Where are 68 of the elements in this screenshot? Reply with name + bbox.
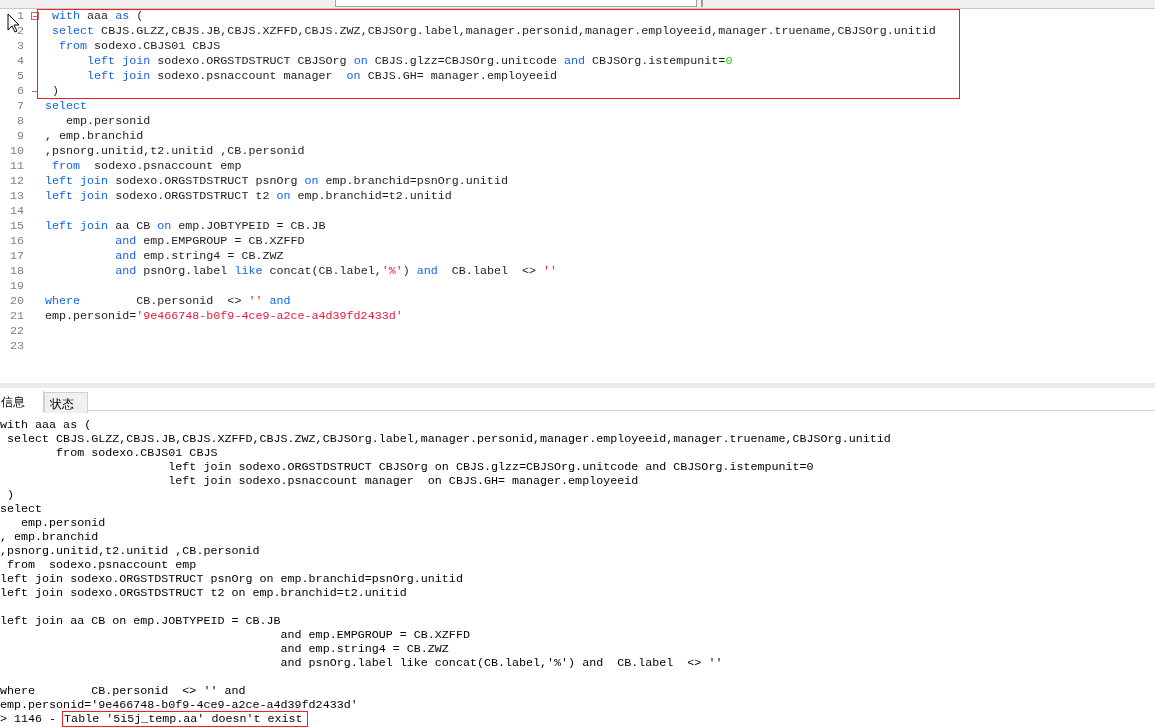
code-line: from sodexo.CBJS01 CBJS [58,39,221,54]
code-line: from sodexo.psnaccount emp [51,159,242,174]
message-line: and psnOrg.label like concat(CB.label,'%') and CB.label <> '' [279,656,724,670]
message-line: , emp.branchid [0,530,100,544]
message-line: left join aa CB on emp.JOBTYPEID = CB.JB [0,614,282,628]
message-line: select [0,502,44,516]
message-line: emp.personid='9e466748-b0f9-4ce9-a2ce-a4d39fd2433d' [0,698,359,712]
line-number: 17 [9,249,24,263]
tab[interactable]: 信息 [0,390,44,412]
code-line: left join sodexo.ORGSTDSTRUCT CBJSOrg on CBJS.glzz=CBJSOrg.unitcode and CBJSOrg.istempunit=0 [86,54,733,69]
line-number: 5 [17,69,24,83]
line-number: 23 [9,339,24,353]
line-number: 6 [17,84,24,98]
code-line: and emp.string4 = CB.ZWZ [114,249,284,264]
code-line: left join sodexo.ORGSTDSTRUCT t2 on emp.branchid=t2.unitid [45,189,452,204]
line-number: 9 [17,129,24,143]
code-line: emp.personid='9e466748-b0f9-4ce9-a2ce-a4d39fd2433d' [45,309,403,324]
mouse-pointer-icon [7,13,20,33]
line-number: 13 [9,189,24,203]
line-number: 8 [17,114,24,128]
message-line: left join sodexo.ORGSTDSTRUCT CBJSOrg on CBJS.glzz=CBJSOrg.unitcode and CBJSOrg.istempunit=0 [167,460,815,474]
code-line: left join sodexo.ORGSTDSTRUCT psnOrg on emp.branchid=psnOrg.unitid [45,174,508,189]
code-line: and psnOrg.label like concat(CB.label,'%') and CB.label <> '' [114,264,558,279]
message-line: and emp.EMPGROUP = CB.XZFFD [279,628,471,642]
code-line: left join aa CB on emp.JOBTYPEID = CB.JB [45,219,326,234]
code-line: left join sodexo.psnaccount manager on CBJS.GH= manager.employeeid [86,69,558,84]
tab[interactable]: 状态 [44,392,88,413]
message-line: left join sodexo.ORGSTDSTRUCT t2 on emp.branchid=t2.unitid [0,586,408,600]
line-number: 4 [17,54,24,68]
line-number: 22 [9,324,24,338]
line-number: 16 [9,234,24,248]
line-number: 21 [9,309,24,323]
line-number: 11 [9,159,24,173]
line-number: 1 [17,9,24,23]
code-line: with aaa as ( [51,9,144,24]
code-line: , emp.branchid [45,129,144,144]
line-number: 19 [9,279,24,293]
input-field[interactable] [335,0,697,7]
line-number: 12 [9,174,24,188]
code-line: select CBJS.GLZZ,CBJS.JB,CBJS.XZFFD,CBJS.ZWZ,CBJSOrg.label,manager.personid,manager.employeeid,manager.truename,CBJSOrg.unitid [51,24,936,39]
code-line: select [45,99,88,114]
message-line: emp.personid [20,516,107,530]
message-line: and emp.string4 = CB.ZWZ [279,642,450,656]
message-line: ) [6,488,16,502]
message-line: select CBJS.GLZZ,CBJS.JB,CBJS.XZFFD,CBJS.ZWZ,CBJSOrg.label,manager.personid,manager.employeeid,manager.truename,CBJSOrg.unitid [6,432,892,446]
line-number: 18 [9,264,24,278]
message-line: left join sodexo.ORGSTDSTRUCT psnOrg on emp.branchid=psnOrg.unitid [0,572,464,586]
collapse-icon[interactable] [31,12,39,20]
line-number: 14 [9,204,24,218]
message-line: from sodexo.CBJS01 CBJS [55,446,219,460]
error-message: Table '5i5j_temp.aa' doesn't exist [63,712,307,726]
message-line: where CB.personid <> '' and [0,684,247,698]
code-line: ) [51,84,60,99]
error-code: > 1146 - [0,712,57,726]
code-line: and emp.EMPGROUP = CB.XZFFD [114,234,305,249]
code-line: emp.personid [65,114,151,129]
line-number: 2 [17,24,24,38]
message-line: left join sodexo.psnaccount manager on CBJS.GH= manager.employeeid [167,474,640,488]
line-number: 10 [9,144,24,158]
message-line: ,psnorg.unitid,t2.unitid ,CB.personid [0,544,261,558]
code-line: ,psnorg.unitid,t2.unitid ,CB.personid [45,144,305,159]
line-number: 7 [17,99,24,113]
line-number: 20 [9,294,24,308]
line-number: 3 [17,39,24,53]
message-line: with aaa as ( [0,418,93,432]
message-line: from sodexo.psnaccount emp [6,558,198,572]
line-number: 15 [9,219,24,233]
code-line: where CB.personid <> '' and [45,294,291,309]
